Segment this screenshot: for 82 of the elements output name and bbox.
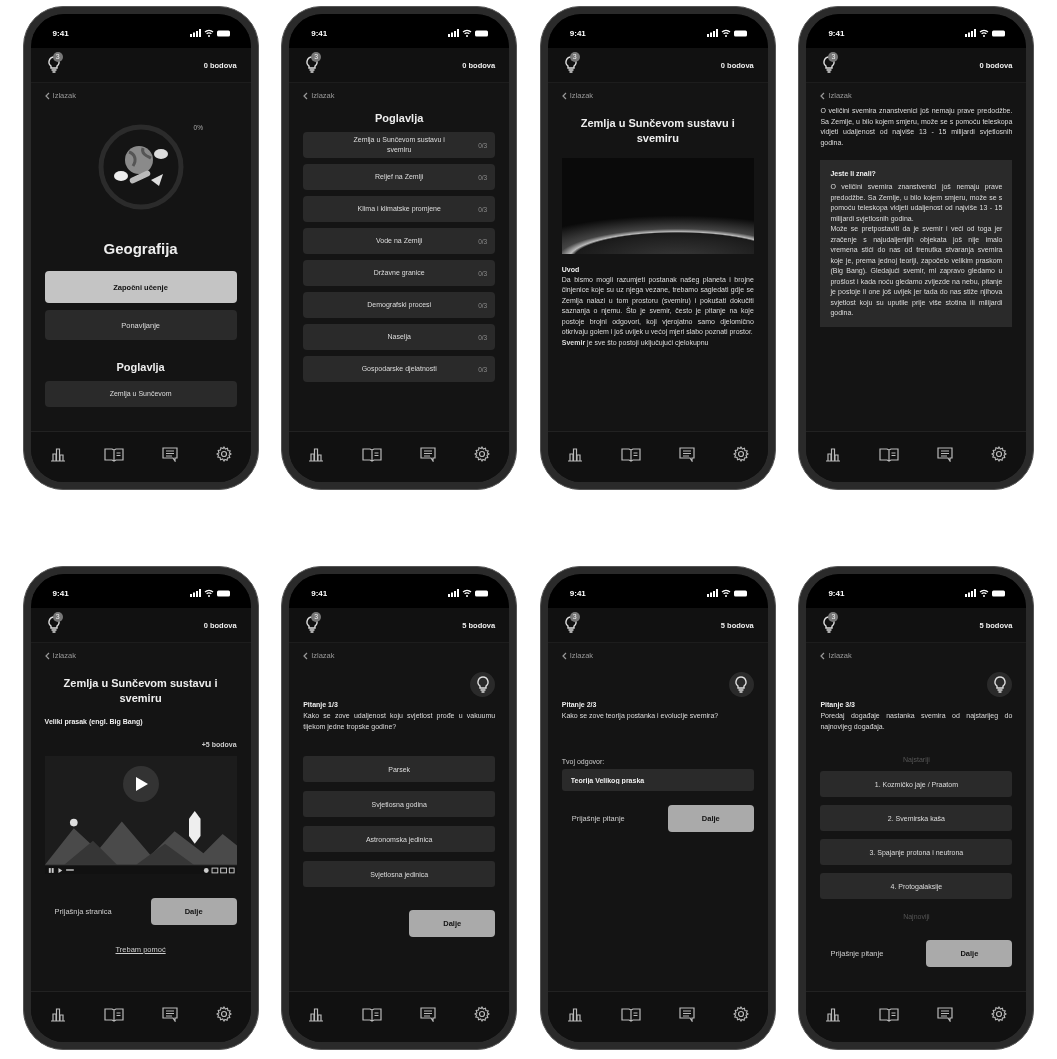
status-time: 9:41 — [311, 28, 328, 38]
chart-icon[interactable] — [566, 1006, 583, 1022]
message-icon[interactable] — [161, 446, 178, 462]
wifi-icon — [720, 29, 731, 37]
chevron-left-icon — [820, 91, 826, 100]
signal-icon — [189, 589, 201, 597]
settings-icon[interactable] — [474, 1006, 491, 1022]
chart-icon[interactable] — [49, 446, 66, 462]
chevron-left-icon — [303, 651, 309, 660]
book-icon[interactable] — [103, 1006, 124, 1022]
section-title: Poglavlja — [374, 112, 425, 124]
book-icon[interactable] — [620, 1006, 641, 1022]
settings-icon[interactable] — [215, 446, 232, 462]
settings-icon[interactable] — [991, 1006, 1008, 1022]
wifi-icon — [979, 589, 990, 597]
wifi-icon — [462, 29, 473, 37]
battery-icon — [216, 29, 231, 37]
signal-icon — [706, 589, 718, 597]
chart-icon[interactable] — [308, 446, 325, 462]
signal-icon — [448, 589, 460, 597]
message-icon[interactable] — [161, 1006, 178, 1022]
battery-icon — [216, 589, 231, 597]
hint-button[interactable] — [728, 672, 754, 697]
status-time: 9:41 — [828, 588, 845, 598]
signal-icon — [448, 29, 460, 37]
chart-icon[interactable] — [49, 1006, 66, 1022]
battery-icon — [475, 29, 490, 37]
wifi-icon — [979, 29, 990, 37]
battery-icon — [733, 589, 748, 597]
signal-icon — [965, 29, 977, 37]
chevron-left-icon — [44, 651, 50, 660]
status-time: 9:41 — [569, 588, 586, 598]
status-time: 9:41 — [311, 588, 328, 598]
wifi-icon — [720, 589, 731, 597]
battery-icon — [733, 29, 748, 37]
lesson-title: Zemlja u Sunčevom sustavu i svemiru — [62, 676, 219, 706]
chart-icon[interactable] — [566, 446, 583, 462]
book-icon[interactable] — [879, 1006, 900, 1022]
book-icon[interactable] — [620, 446, 641, 462]
wifi-icon — [203, 29, 214, 37]
book-icon[interactable] — [362, 1006, 383, 1022]
status-time: 9:41 — [569, 28, 586, 38]
status-time: 9:41 — [52, 588, 69, 598]
signal-icon — [965, 589, 977, 597]
battery-icon — [992, 29, 1007, 37]
chart-icon[interactable] — [825, 446, 842, 462]
play-button[interactable] — [122, 765, 159, 802]
signal-icon — [189, 29, 201, 37]
book-icon[interactable] — [879, 446, 900, 462]
chevron-left-icon — [561, 651, 567, 660]
wifi-icon — [203, 589, 214, 597]
hint-button[interactable] — [987, 672, 1013, 697]
message-icon[interactable] — [937, 1006, 954, 1022]
message-icon[interactable] — [678, 446, 695, 462]
chevron-left-icon — [303, 91, 309, 100]
chart-icon[interactable] — [308, 1006, 325, 1022]
battery-icon — [992, 589, 1007, 597]
settings-icon[interactable] — [732, 1006, 749, 1022]
status-time: 9:41 — [828, 28, 845, 38]
signal-icon — [706, 29, 718, 37]
settings-icon[interactable] — [991, 446, 1008, 462]
play-icon — [135, 775, 150, 792]
settings-icon[interactable] — [732, 446, 749, 462]
chevron-left-icon — [820, 651, 826, 660]
battery-icon — [475, 589, 490, 597]
chevron-left-icon — [44, 91, 50, 100]
chevron-left-icon — [561, 91, 567, 100]
status-time: 9:41 — [52, 28, 69, 38]
message-icon[interactable] — [420, 1006, 437, 1022]
message-icon[interactable] — [937, 446, 954, 462]
message-icon[interactable] — [678, 1006, 695, 1022]
settings-icon[interactable] — [474, 446, 491, 462]
message-icon[interactable] — [420, 446, 437, 462]
book-icon[interactable] — [103, 446, 124, 462]
book-icon[interactable] — [362, 446, 383, 462]
hint-button[interactable] — [470, 672, 496, 697]
wifi-icon — [462, 589, 473, 597]
subject-title: Geografija — [102, 240, 179, 257]
chart-icon[interactable] — [825, 1006, 842, 1022]
lesson-title: Zemlja u Sunčevom sustavu i svemiru — [579, 116, 736, 146]
settings-icon[interactable] — [215, 1006, 232, 1022]
section-title: Poglavlja — [115, 361, 166, 373]
